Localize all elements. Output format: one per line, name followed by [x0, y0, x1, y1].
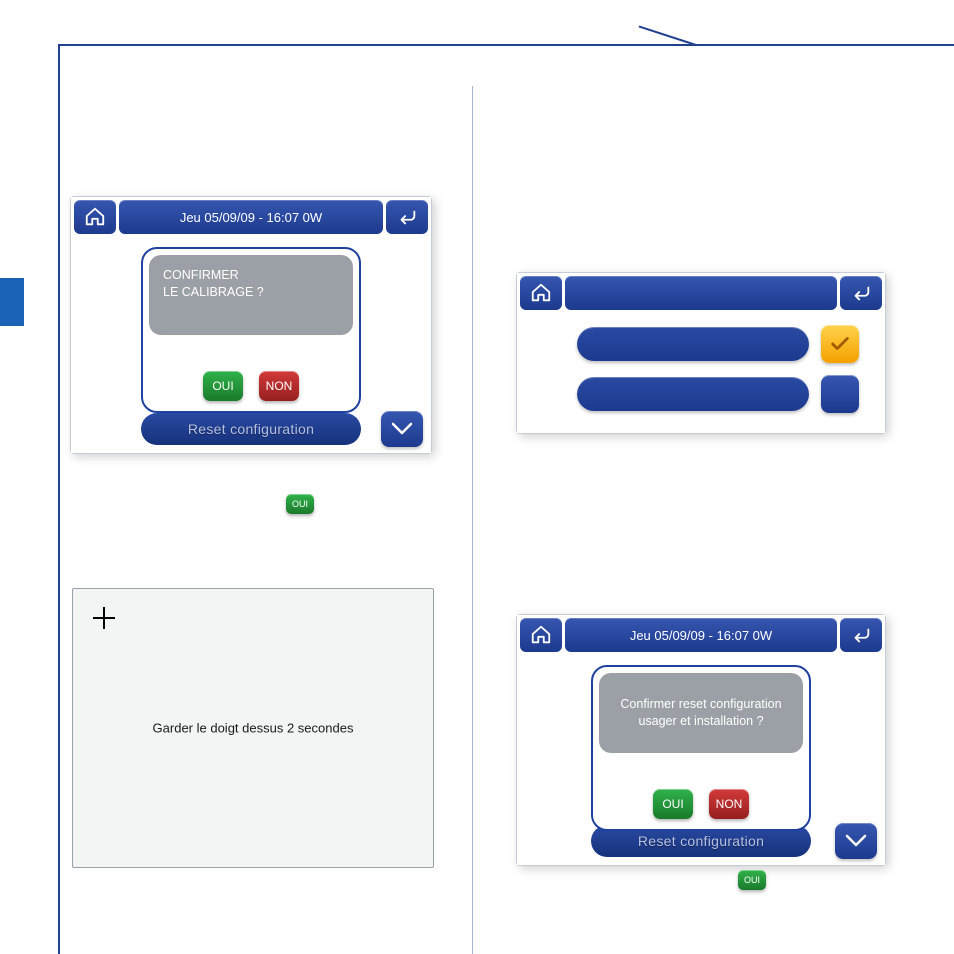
title-text: Jeu 05/09/09 - 16:07 0W [565, 618, 837, 652]
return-arrow-icon [396, 206, 418, 228]
scroll-down-button[interactable] [835, 823, 877, 859]
device-screen-calibrate: Jeu 05/09/09 - 16:07 0W Reset configurat… [70, 196, 432, 454]
option-row-2[interactable] [577, 377, 809, 411]
check-icon [829, 333, 851, 355]
crosshair-icon [93, 607, 115, 629]
back-button[interactable] [840, 276, 882, 310]
home-icon [530, 282, 552, 304]
page-frame-top [58, 44, 954, 46]
non-button[interactable]: NON [259, 371, 299, 401]
calibration-hint: Garder le doigt dessus 2 secondes [73, 721, 433, 736]
return-arrow-icon [850, 624, 872, 646]
help-oui-badge-2: OUI [738, 870, 766, 890]
home-button[interactable] [74, 200, 116, 234]
non-button[interactable]: NON [709, 789, 749, 819]
option-row-1[interactable] [577, 327, 809, 361]
title-text [565, 276, 837, 310]
title-text: Jeu 05/09/09 - 16:07 0W [119, 200, 383, 234]
home-icon [530, 624, 552, 646]
home-button[interactable] [520, 276, 562, 310]
home-button[interactable] [520, 618, 562, 652]
titlebar: Jeu 05/09/09 - 16:07 0W [71, 197, 431, 237]
back-button[interactable] [840, 618, 882, 652]
modal-message: Confirmer reset configuration usager et … [599, 673, 803, 753]
option-check-button[interactable] [821, 325, 859, 363]
chevron-down-icon [391, 421, 413, 437]
titlebar: Jeu 05/09/09 - 16:07 0W [517, 615, 885, 655]
oui-button[interactable]: OUI [653, 789, 693, 819]
calibration-panel[interactable]: Garder le doigt dessus 2 secondes [72, 588, 434, 868]
center-divider [472, 86, 473, 954]
chevron-down-icon [845, 833, 867, 849]
return-arrow-icon [850, 282, 872, 304]
device-screen-options [516, 272, 886, 434]
confirm-modal: Confirmer reset configuration usager et … [591, 665, 811, 831]
side-tab [0, 278, 24, 326]
home-icon [84, 206, 106, 228]
titlebar [517, 273, 885, 313]
back-button[interactable] [386, 200, 428, 234]
oui-button[interactable]: OUI [203, 371, 243, 401]
option-square-button[interactable] [821, 375, 859, 413]
help-oui-badge: OUI [286, 494, 314, 514]
device-screen-reset: Jeu 05/09/09 - 16:07 0W Reset configurat… [516, 614, 886, 866]
background-menu-item: Reset configuration [141, 413, 361, 445]
modal-message: CONFIRMER LE CALIBRAGE ? [149, 255, 353, 335]
scroll-down-button[interactable] [381, 411, 423, 447]
page-frame-left [58, 44, 60, 954]
confirm-modal: CONFIRMER LE CALIBRAGE ? OUI NON [141, 247, 361, 413]
